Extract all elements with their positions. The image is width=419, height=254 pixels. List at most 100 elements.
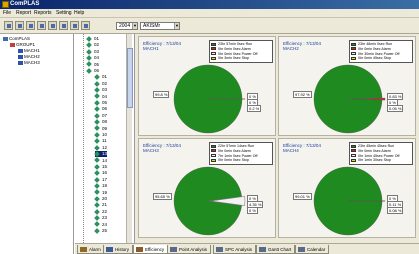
chevron-down-icon: ▼ — [132, 23, 137, 29]
alarm-icon — [80, 247, 87, 252]
tab-history[interactable]: History — [103, 245, 134, 254]
date-scrollbar[interactable] — [126, 34, 133, 243]
day-item[interactable]: 21 — [94, 202, 107, 209]
scroll-thumb[interactable] — [127, 48, 133, 108]
month-item[interactable]: 06 — [86, 67, 99, 74]
machine-icon — [18, 48, 23, 53]
date-node-icon — [94, 208, 100, 215]
pie-slice-run — [313, 166, 383, 236]
day-item[interactable]: 04 — [94, 93, 107, 100]
day-item[interactable]: 25 — [94, 227, 107, 234]
month-select[interactable]: AKISMr ▼ — [140, 22, 180, 30]
month-item[interactable]: 05 — [86, 61, 99, 68]
day-item[interactable]: 01 — [94, 74, 107, 81]
back-icon[interactable] — [59, 21, 68, 30]
date-node-icon — [94, 93, 100, 100]
tab-point-analysis[interactable]: Point Analysis — [167, 245, 212, 254]
efficiency-panel: Efficiency : 7/13/04 MACH2 23hr 48min 0sec… — [278, 36, 416, 136]
day-item[interactable]: 06 — [94, 106, 107, 113]
menu-help[interactable]: Help — [74, 10, 84, 17]
pie-chart — [173, 64, 246, 134]
app-icon — [2, 1, 9, 8]
day-item[interactable]: 09 — [94, 125, 107, 132]
date-node-icon — [94, 131, 100, 138]
pie-slice-run — [173, 64, 243, 134]
menu-reports[interactable]: Reports — [34, 10, 52, 17]
year-select[interactable]: 2004 ▼ — [116, 22, 138, 30]
date-node-icon — [94, 189, 100, 196]
gantt-icon — [259, 247, 266, 252]
tree-machine[interactable]: MACH3 — [18, 60, 40, 65]
date-node-icon — [94, 144, 100, 151]
date-node-icon — [94, 119, 100, 125]
tree-root[interactable]: ComPLAS — [3, 36, 30, 41]
day-item[interactable]: 12 — [94, 144, 107, 151]
day-item[interactable]: 16 — [94, 170, 107, 177]
date-node-icon — [86, 67, 92, 74]
day-item[interactable]: 17 — [94, 176, 107, 183]
pie-label: 0 % — [247, 207, 258, 214]
month-item[interactable]: 03 — [86, 48, 99, 55]
tree-connector — [83, 34, 84, 243]
date-node-icon — [94, 202, 100, 209]
date-node-icon — [94, 138, 100, 145]
forward-icon[interactable] — [70, 21, 79, 30]
efficiency-panel: Efficiency : 7/13/04 MACH4 23hr 45min 45se… — [278, 138, 416, 238]
date-node-icon — [94, 176, 100, 183]
day-item[interactable]: 11 — [94, 138, 107, 145]
tab-spc-analysis[interactable]: SPC Analysis — [213, 245, 257, 254]
date-node-icon — [94, 80, 100, 87]
date-node-icon — [94, 163, 100, 170]
pie-label-run: 97.92 % — [293, 91, 312, 98]
month-item[interactable]: 02 — [86, 42, 99, 49]
chevron-down-icon: ▼ — [174, 23, 179, 29]
menu-report[interactable]: Report — [16, 10, 31, 17]
machine-icon — [18, 54, 23, 59]
refresh-icon[interactable] — [48, 21, 57, 30]
day-item[interactable]: 24 — [94, 221, 107, 228]
view-tabs: Alarm History Efficiency Point Analysis … — [75, 243, 419, 254]
date-node-icon — [94, 125, 100, 132]
date-node-icon — [94, 195, 100, 202]
date-node-icon — [86, 42, 92, 49]
pie-label: 0.05 % — [387, 105, 404, 112]
tree-group[interactable]: GROUP1 — [10, 42, 35, 47]
efficiency-panel: Efficiency : 7/13/04 MACH1 23hr 57min 0sec… — [138, 36, 276, 136]
day-item[interactable]: 07 — [94, 112, 107, 119]
day-item[interactable]: 14 — [94, 157, 107, 164]
tree-machine[interactable]: MACH1 — [18, 48, 40, 53]
efficiency-icon — [136, 247, 143, 252]
menu-setting[interactable]: Setting — [56, 10, 72, 17]
new-icon[interactable] — [4, 21, 13, 30]
calendar-icon — [298, 247, 305, 252]
history-icon — [106, 247, 113, 252]
pie-chart — [173, 166, 246, 236]
tab-efficiency[interactable]: Efficiency — [133, 245, 169, 254]
date-node-icon — [94, 183, 100, 189]
date-node-icon — [86, 35, 92, 42]
print-icon[interactable] — [37, 21, 46, 30]
open-icon[interactable] — [15, 21, 24, 30]
tab-calendar[interactable]: Calendar — [295, 245, 330, 254]
tab-gantt-chart[interactable]: Gantt Chart — [256, 245, 296, 254]
tree-machine[interactable]: MACH2 — [18, 54, 40, 59]
folder-icon — [3, 36, 8, 41]
day-item[interactable]: 02 — [94, 80, 107, 87]
day-item[interactable]: 22 — [94, 208, 107, 215]
pie-label-run: 99.8 % — [153, 91, 170, 98]
date-node-icon — [94, 106, 100, 113]
month-value: AKISMr — [143, 23, 161, 29]
day-item[interactable]: 19 — [94, 189, 107, 196]
menu-file[interactable]: File — [3, 10, 11, 17]
year-value: 2004 — [119, 23, 131, 29]
pie-label-run: 95.65 % — [153, 193, 172, 200]
help-icon[interactable] — [81, 21, 90, 30]
date-node-icon — [94, 215, 100, 221]
save-icon[interactable] — [26, 21, 35, 30]
date-node-icon — [94, 151, 100, 157]
point-analysis-icon — [170, 247, 177, 252]
efficiency-panel: Efficiency : 7/13/04 MACH3 22hr 57min 14se… — [138, 138, 276, 238]
tab-alarm[interactable]: Alarm — [77, 245, 105, 254]
window-title: ComPLAS — [10, 1, 40, 7]
date-node-icon — [86, 61, 92, 68]
